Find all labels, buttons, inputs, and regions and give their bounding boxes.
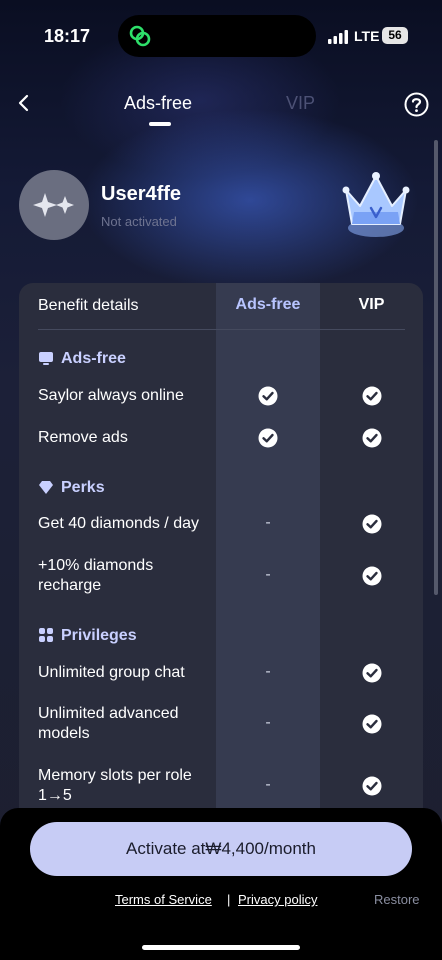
active-tab-indicator: [149, 122, 171, 126]
vip-check-cell: [320, 776, 423, 801]
vip-check-cell: [320, 566, 423, 591]
benefit-label: Remove ads: [38, 429, 128, 446]
restore-button[interactable]: Restore: [374, 892, 420, 907]
check-icon: [258, 386, 278, 406]
vip-check-cell: [320, 714, 423, 739]
tab-ads-free[interactable]: Ads-free: [124, 93, 192, 114]
grid-icon: [39, 627, 53, 642]
activate-button[interactable]: Activate at₩4,400/month: [30, 822, 412, 876]
check-icon: [362, 514, 382, 534]
sparkle-icon: [33, 193, 74, 217]
header-divider: [38, 329, 405, 330]
privacy-link[interactable]: Privacy policy: [238, 892, 317, 907]
monitor-icon: [39, 351, 53, 365]
battery-indicator: 56: [382, 27, 408, 44]
tab-vip[interactable]: VIP: [286, 93, 315, 114]
section-title: Perks: [61, 479, 105, 496]
link-icon: [129, 25, 151, 47]
check-icon: [362, 566, 382, 586]
network-type: LTE: [354, 28, 380, 44]
ads-free-check-cell: [216, 386, 320, 411]
benefit-label: Unlimited advanced models: [38, 705, 179, 742]
scrollbar[interactable]: [434, 140, 438, 595]
home-indicator: [142, 945, 300, 950]
vip-check-cell: [320, 663, 423, 688]
ads-free-value-cell: -: [265, 663, 271, 680]
section-title: Ads-free: [61, 350, 126, 367]
benefit-label: Get 40 diamonds / day: [38, 515, 199, 532]
benefit-label: Unlimited group chat: [38, 664, 185, 681]
username: User4ffe: [101, 183, 182, 205]
diamond-icon: [39, 480, 53, 494]
section-title: Privileges: [61, 627, 137, 644]
purchase-bar: Activate at₩4,400/month Terms of Service…: [0, 808, 442, 960]
benefits-card: Benefit details Ads-free VIP Ads-free Sa…: [19, 283, 423, 843]
vip-check-cell: [320, 428, 423, 453]
ads-free-check-cell: [216, 428, 320, 453]
terms-link[interactable]: Terms of Service: [115, 892, 212, 907]
check-icon: [258, 428, 278, 448]
footer-links: Terms of Service | Privacy policy Restor…: [0, 892, 442, 912]
help-icon[interactable]: [404, 92, 429, 117]
crown-icon: [342, 172, 410, 237]
benefit-label: +10% diamonds recharge: [38, 557, 154, 594]
section-ads-free: Ads-free: [38, 350, 126, 368]
check-icon: [362, 386, 382, 406]
column-header-vip: VIP: [358, 296, 385, 313]
vip-check-cell: [320, 386, 423, 411]
check-icon: [362, 776, 382, 796]
status-bar: 18:17 LTE 56: [0, 0, 442, 72]
check-icon: [362, 663, 382, 683]
ads-free-value-cell: -: [265, 714, 271, 731]
ads-free-column-highlight: [216, 283, 320, 843]
ads-free-value-cell: -: [265, 514, 271, 531]
link-separator: |: [227, 892, 231, 907]
ads-free-value-cell: -: [265, 566, 271, 583]
benefit-details-header: Benefit details: [38, 297, 139, 314]
ads-free-value-cell: -: [265, 776, 271, 793]
vip-check-cell: [320, 514, 423, 539]
column-header-ads-free: Ads-free: [235, 296, 301, 313]
section-perks: Perks: [38, 479, 105, 497]
dynamic-island: [118, 15, 316, 57]
benefit-label: Saylor always online: [38, 387, 184, 404]
benefit-label: Memory slots per role 1→5: [38, 767, 192, 804]
subscription-status: Not activated: [101, 214, 177, 229]
check-icon: [362, 714, 382, 734]
status-time: 18:17: [44, 26, 91, 46]
section-privileges: Privileges: [38, 627, 137, 645]
back-chevron-icon[interactable]: [14, 92, 34, 114]
avatar: [19, 170, 89, 240]
signal-icon: [328, 30, 348, 44]
check-icon: [362, 428, 382, 448]
